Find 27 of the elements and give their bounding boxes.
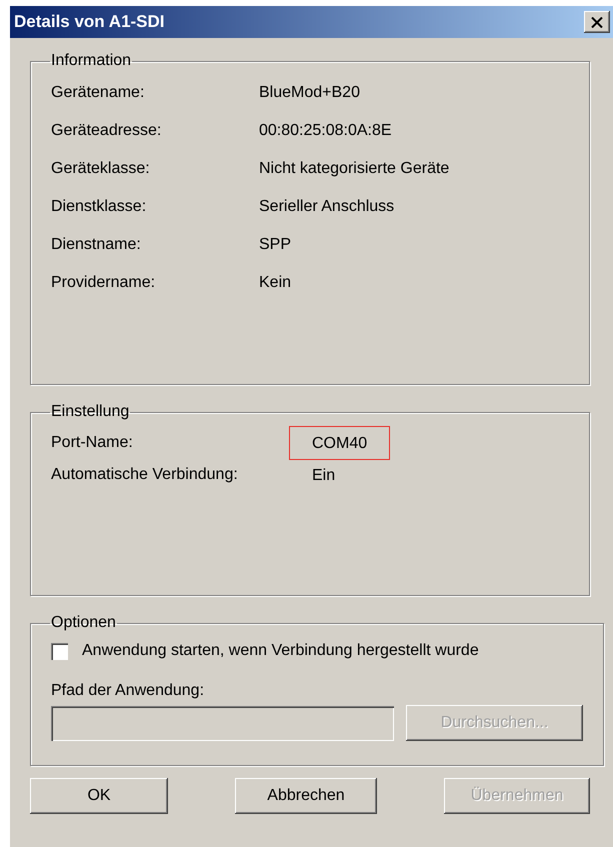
field-value: Nicht kategorisierte Geräte <box>259 160 450 178</box>
field-label: Geräteklasse: <box>51 160 151 178</box>
field-value: Ein <box>311 466 336 486</box>
checkbox-label: Anwendung starten, wenn Verbindung hergestellt wurde <box>82 642 479 660</box>
field-value: 00:80:25:08:0A:8E <box>259 122 392 140</box>
field-label: Pfad der Anwendung: <box>51 682 206 700</box>
field-value: COM40 <box>289 426 390 460</box>
window-title: Details von A1-SDI <box>14 12 165 32</box>
field-label: Geräteadresse: <box>51 122 162 140</box>
group-title: Information <box>50 52 132 70</box>
field-label: Dienstname: <box>51 236 142 254</box>
field-value: SPP <box>259 236 292 254</box>
group-title: Einstellung <box>50 403 130 421</box>
field-label: Dienstklasse: <box>51 198 148 216</box>
close-button[interactable] <box>584 11 610 33</box>
dialog-button[interactable]: OK <box>30 778 168 814</box>
close-icon <box>591 16 603 28</box>
checkbox[interactable] <box>51 642 68 660</box>
field-label: Gerätename: <box>51 84 146 102</box>
group-title: Optionen <box>50 614 117 632</box>
field-value: Serieller Anschluss <box>259 198 394 216</box>
field-label: Automatische Verbindung: <box>51 466 239 484</box>
dialog-button[interactable]: Abbrechen <box>235 778 377 814</box>
field-value: BlueMod+B20 <box>259 84 360 102</box>
field-label: Port-Name: <box>51 434 134 452</box>
field-label: Providername: <box>51 274 156 292</box>
field-value: Kein <box>259 274 292 292</box>
